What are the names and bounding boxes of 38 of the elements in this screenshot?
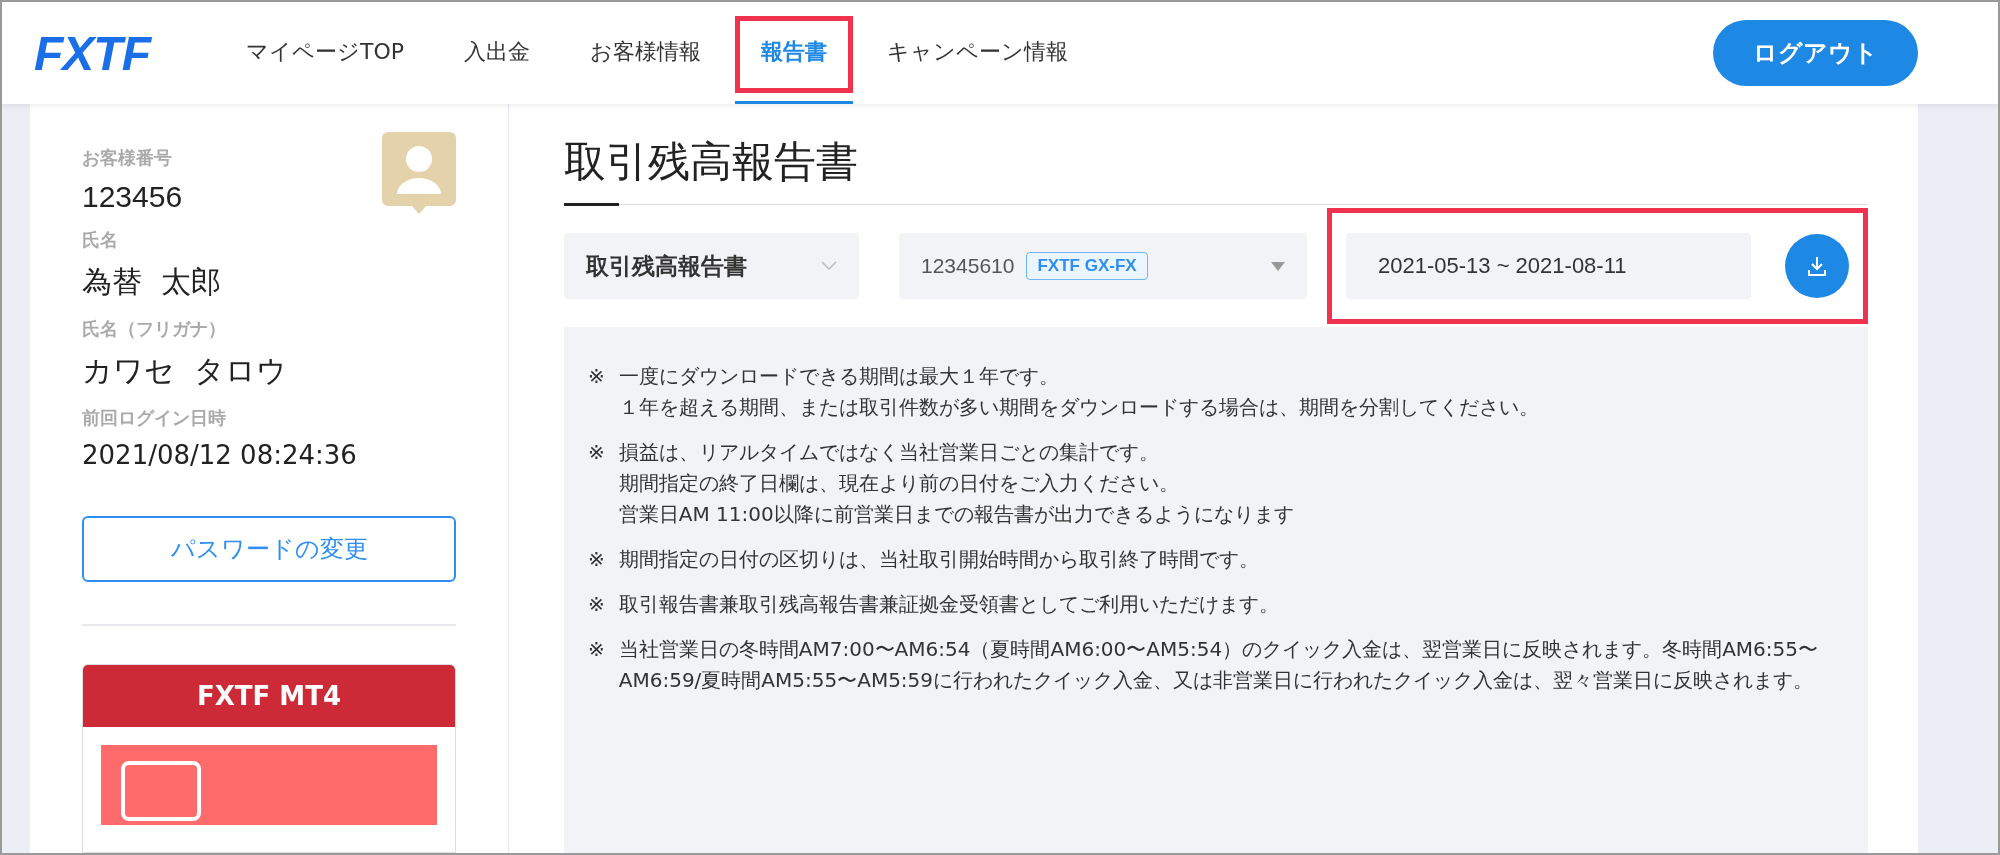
nav-tab[interactable]: マイページTOP <box>220 2 430 104</box>
field-label: 前回ログイン日時 <box>82 406 227 430</box>
field-value: 為替 太郎 <box>82 263 223 301</box>
dropdown-arrow-icon <box>1271 261 1285 271</box>
field-value: カワセ タロウ <box>82 352 289 390</box>
note-mark: ※ <box>588 636 605 663</box>
note-text: 期間指定の終了日欄は、現在より前の日付をご入力ください。 <box>618 470 1180 497</box>
note-text: １年を超える期間、または取引件数が多い期間をダウンロードする場合は、期間を分割してください。 <box>618 394 1539 421</box>
page-title: 取引残高報告書 <box>564 134 1868 205</box>
note-text: 取引報告書兼取引残高報告書兼証拠金受領書としてご利用いただけます。 <box>618 591 1279 618</box>
note-mark: ※ <box>588 363 605 390</box>
note-mark: ※ <box>588 546 605 573</box>
note-mark: ※ <box>588 591 605 618</box>
note-text: 当社営業日の冬時間AM7:00〜AM6:54（夏時間AM6:00〜AM5:54）のクイック入金は、翌営業日に反映されます。冬時間AM6:55〜AM6:59/夏時間AM5:55〜AM5:59に行われたクイック入金、又は非営業日に行われたクイック入金は、翌々営業日に反映されます。 <box>618 636 1819 694</box>
field-label: 氏名（フリガナ） <box>82 317 227 341</box>
note-text: 営業日AM 11:00以降に前営業日までの報告書が出力できるようになります <box>618 501 1294 528</box>
nav-tab[interactable]: 入出金 <box>438 2 556 104</box>
account-select[interactable]: 12345610 FXTF GX-FX <box>899 233 1307 299</box>
note-mark: ※ <box>588 439 605 466</box>
monitor-icon <box>121 761 201 821</box>
logo: FXTF <box>34 25 150 81</box>
logout-button[interactable]: ログアウト <box>1713 20 1918 86</box>
card-title: FXTF MT4 <box>83 665 455 727</box>
field-label: 氏名 <box>82 228 119 252</box>
download-icon <box>1805 254 1829 278</box>
nav-tab[interactable]: お客様情報 <box>564 2 727 104</box>
field-label: お客様番号 <box>82 146 173 170</box>
note-text: 期間指定の日付の区切りは、当社取引開始時間から取引終了時間です。 <box>618 546 1259 573</box>
field-value: 2021/08/12 08:24:36 <box>82 440 358 470</box>
note-text: 損益は、リアルタイムではなく当社営業日ごとの集計です。 <box>618 439 1160 466</box>
chevron-down-icon <box>821 261 837 271</box>
field-value: 123456 <box>82 180 184 214</box>
account-tag: FXTF GX-FX <box>1026 252 1148 280</box>
avatar-icon <box>382 132 456 214</box>
report-type-select[interactable]: 取引残高報告書 <box>564 233 859 299</box>
nav-tab[interactable]: キャンペーン情報 <box>861 2 1094 104</box>
date-range-field[interactable]: 2021-05-13 ~ 2021-08-11 <box>1346 233 1751 299</box>
note-text: 一度にダウンロードできる期間は最大１年です。 <box>618 363 1060 390</box>
